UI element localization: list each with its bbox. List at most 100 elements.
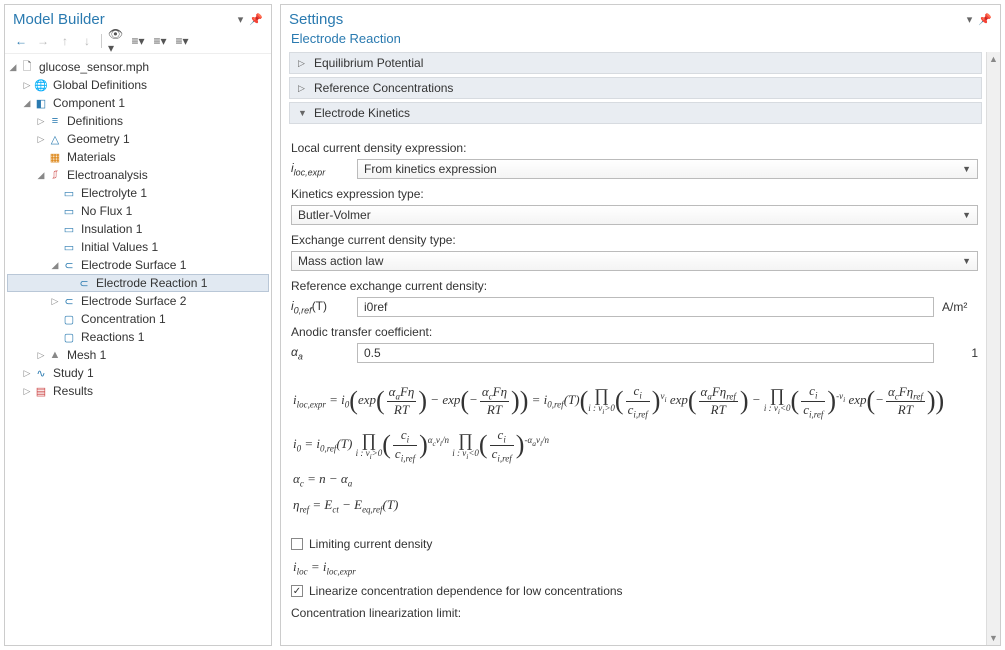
var-symbol: αa xyxy=(291,345,349,361)
tree-label: Electrolyte 1 xyxy=(81,186,147,200)
panel-header-controls: ▾ 📌 xyxy=(967,13,992,26)
expand-icon[interactable]: ▷ xyxy=(35,134,47,145)
expand-icon[interactable]: ▷ xyxy=(21,80,33,91)
node-icon: ▭ xyxy=(61,203,77,219)
kinetics-type-select[interactable]: Butler-Volmer ▼ xyxy=(291,205,978,225)
collapse-icon[interactable]: ◢ xyxy=(7,62,19,73)
collapse-icon[interactable]: ◢ xyxy=(49,260,61,271)
anodic-alpha-input[interactable]: 0.5 xyxy=(357,343,934,363)
expand-icon[interactable]: ≡▾ xyxy=(152,33,168,49)
equation-i0: i0 = i0,ref(T) ∏i : νi>0(cici,ref)αcνi/n… xyxy=(293,427,976,463)
node-icon: ⊂ xyxy=(61,293,77,309)
panel-header: Model Builder ▾ 📌 xyxy=(5,5,271,29)
equation-eta-ref: ηref = Ect − Eeq,ref(T) xyxy=(293,497,976,515)
tree-item[interactable]: ▷🌐Global Definitions xyxy=(7,76,269,94)
checkbox-icon[interactable] xyxy=(291,538,303,550)
local-current-select[interactable]: From kinetics expression ▼ xyxy=(357,159,978,179)
tree-label: Geometry 1 xyxy=(67,132,130,146)
nav-up-icon[interactable]: ↑ xyxy=(57,33,73,49)
equation-iloc: iloc = iloc,expr xyxy=(293,559,978,577)
tree-item[interactable]: ▭Insulation 1 xyxy=(7,220,269,238)
show-icon[interactable]: 👁▾ xyxy=(108,33,124,49)
scrollbar[interactable]: ▲ ▼ xyxy=(986,52,1000,645)
chevron-right-icon: ▷ xyxy=(298,58,308,69)
check-linearize[interactable]: Linearize concentration dependence for l… xyxy=(291,584,978,598)
checkbox-icon[interactable] xyxy=(291,585,303,597)
input-value: 0.5 xyxy=(364,346,381,360)
select-value: Mass action law xyxy=(298,254,383,268)
separator xyxy=(101,34,102,48)
tree-label: No Flux 1 xyxy=(81,204,132,218)
nav-forward-icon[interactable]: → xyxy=(35,33,51,49)
collapse-icon[interactable]: ◢ xyxy=(21,98,33,109)
tree-item[interactable]: ▭Electrolyte 1 xyxy=(7,184,269,202)
tree-item[interactable]: ▷≡Definitions xyxy=(7,112,269,130)
unit-label: 1 xyxy=(942,346,978,360)
tree-item[interactable]: ◢⎎Electroanalysis xyxy=(7,166,269,184)
expand-icon[interactable]: ▷ xyxy=(49,296,61,307)
nav-back-icon[interactable]: ← xyxy=(13,33,29,49)
tree-item[interactable]: ▢ Concentration 1 xyxy=(7,310,269,328)
equation-block: iloc,expr = i0(exp(αaFηRT) − exp(−αcFηRT… xyxy=(291,367,978,531)
panel-header: Settings ▾ 📌 xyxy=(281,5,1000,29)
equation-iloc-expr: iloc,expr = i0(exp(αaFηRT) − exp(−αcFηRT… xyxy=(293,383,976,419)
section-equilibrium-potential[interactable]: ▷ Equilibrium Potential xyxy=(289,52,982,74)
collapse-icon[interactable]: ≡▾ xyxy=(130,33,146,49)
tree-label: Insulation 1 xyxy=(81,222,142,236)
expand-icon[interactable]: ▷ xyxy=(21,386,33,397)
model-tree[interactable]: ◢🗋glucose_sensor.mph▷🌐Global Definitions… xyxy=(5,54,271,645)
field-label: Exchange current density type: xyxy=(291,233,978,247)
tree-label: Electrode Reaction 1 xyxy=(96,276,207,290)
section-reference-concentrations[interactable]: ▷ Reference Concentrations xyxy=(289,77,982,99)
expand-icon[interactable]: ▷ xyxy=(35,350,47,361)
input-value: i0ref xyxy=(364,300,387,314)
field-label: Anodic transfer coefficient: xyxy=(291,325,978,339)
pin-icon[interactable]: 📌 xyxy=(978,13,992,26)
nav-down-icon[interactable]: ↓ xyxy=(79,33,95,49)
collapse-icon[interactable]: ◢ xyxy=(35,170,47,181)
node-icon: ▢ xyxy=(61,311,77,327)
expand-icon[interactable]: ▷ xyxy=(35,116,47,127)
tree-label: Materials xyxy=(67,150,116,164)
scroll-down-icon[interactable]: ▼ xyxy=(989,633,998,643)
tree-label: Study 1 xyxy=(53,366,94,380)
dropdown-icon[interactable]: ▾ xyxy=(967,13,973,26)
ref-exchange-input[interactable]: i0ref xyxy=(357,297,934,317)
tree-item[interactable]: ⊂Electrode Reaction 1 xyxy=(7,274,269,292)
tree-item[interactable]: ▭ No Flux 1 xyxy=(7,202,269,220)
pin-icon[interactable]: 📌 xyxy=(249,13,263,26)
tree-item[interactable]: ▦Materials xyxy=(7,148,269,166)
node-icon: ◧ xyxy=(33,95,49,111)
tree-label: Concentration 1 xyxy=(81,312,166,326)
node-icon: △ xyxy=(47,131,63,147)
check-limiting-current[interactable]: Limiting current density xyxy=(291,537,978,551)
tree-item[interactable]: ▭Initial Values 1 xyxy=(7,238,269,256)
exchange-type-select[interactable]: Mass action law ▼ xyxy=(291,251,978,271)
sort-icon[interactable]: ≡▾ xyxy=(174,33,190,49)
tree-item[interactable]: ◢⊂Electrode Surface 1 xyxy=(7,256,269,274)
tree-item[interactable]: ▷▲Mesh 1 xyxy=(7,346,269,364)
expand-icon[interactable]: ▷ xyxy=(21,368,33,379)
tree-item[interactable]: ▷△ Geometry 1 xyxy=(7,130,269,148)
tree-item[interactable]: ▷⊂Electrode Surface 2 xyxy=(7,292,269,310)
model-builder-panel: Model Builder ▾ 📌 ← → ↑ ↓ 👁▾ ≡▾ ≡▾ ≡▾ ◢🗋… xyxy=(4,4,272,646)
dropdown-icon[interactable]: ▾ xyxy=(238,13,244,26)
tree-item[interactable]: ◢🗋glucose_sensor.mph xyxy=(7,58,269,76)
panel-header-controls: ▾ 📌 xyxy=(238,13,263,26)
check-label: Linearize concentration dependence for l… xyxy=(309,584,623,598)
panel-title: Model Builder xyxy=(13,11,105,28)
tree-label: glucose_sensor.mph xyxy=(39,60,149,74)
tree-label: Initial Values 1 xyxy=(81,240,158,254)
tree-item[interactable]: ▷∿ Study 1 xyxy=(7,364,269,382)
chevron-down-icon: ▼ xyxy=(962,164,971,174)
tree-item[interactable]: ▢Reactions 1 xyxy=(7,328,269,346)
model-builder-toolbar: ← → ↑ ↓ 👁▾ ≡▾ ≡▾ ≡▾ xyxy=(5,29,271,54)
panel-title: Settings xyxy=(289,11,343,28)
var-symbol: i0,ref(T) xyxy=(291,299,349,315)
tree-item[interactable]: ▷▤Results xyxy=(7,382,269,400)
node-icon: ∿ xyxy=(33,365,49,381)
section-electrode-kinetics[interactable]: ▼ Electrode Kinetics xyxy=(289,102,982,124)
tree-item[interactable]: ◢◧Component 1 xyxy=(7,94,269,112)
scroll-up-icon[interactable]: ▲ xyxy=(989,54,998,64)
select-value: From kinetics expression xyxy=(364,162,497,176)
